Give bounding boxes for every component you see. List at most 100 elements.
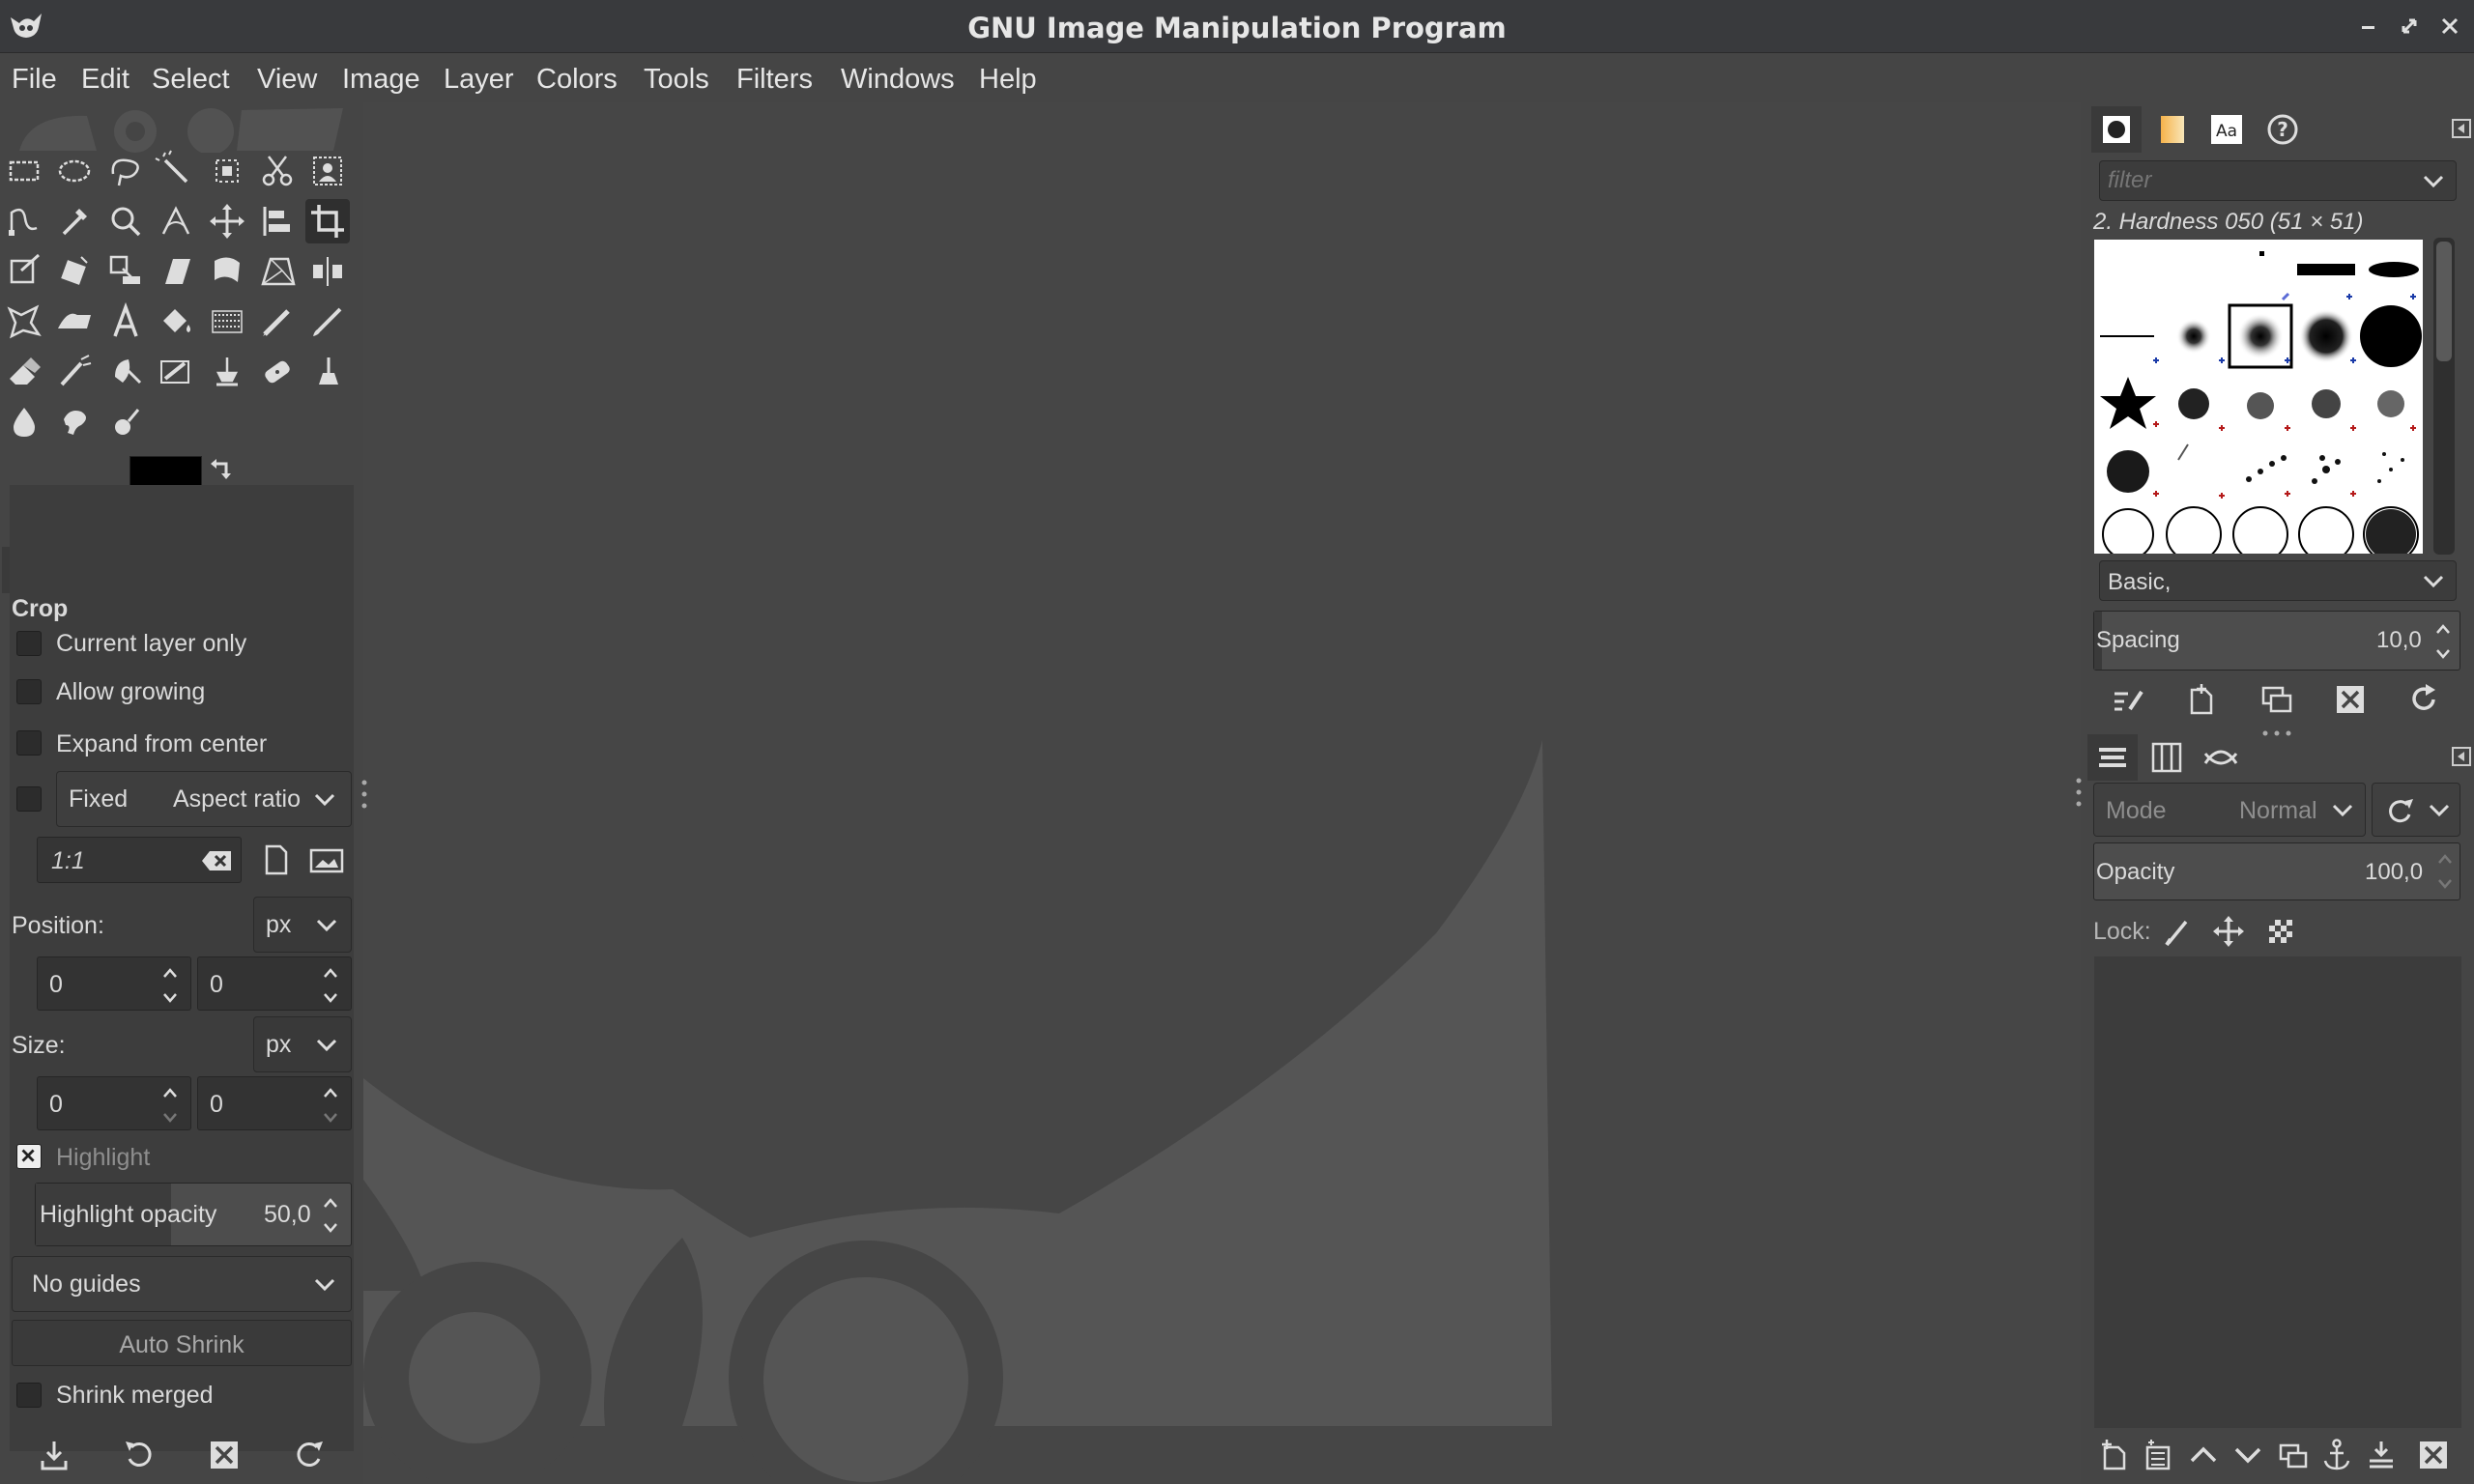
menu-edit[interactable]: Edit: [81, 64, 129, 96]
expand-from-center-checkbox[interactable]: [16, 730, 42, 756]
fixed-checkbox[interactable]: [16, 786, 42, 812]
brush-spacing-spinner[interactable]: [2431, 614, 2456, 670]
delete-layer-icon[interactable]: [2414, 1436, 2453, 1474]
text-icon[interactable]: [103, 300, 148, 344]
shear-icon[interactable]: [154, 249, 198, 294]
heal-icon[interactable]: [255, 350, 300, 394]
ellipse-select-icon[interactable]: [52, 149, 97, 193]
align-icon[interactable]: [255, 199, 300, 243]
duplicate-layer-icon[interactable]: [2273, 1436, 2312, 1474]
dock-menu-icon[interactable]: [2451, 118, 2472, 139]
position-y-spinner[interactable]: [318, 957, 343, 1013]
help-icon[interactable]: ?: [2258, 106, 2308, 153]
gradient-icon[interactable]: [205, 300, 249, 344]
lock-pixels-icon[interactable]: [2159, 912, 2198, 951]
layers-icon[interactable]: [2087, 734, 2138, 781]
duplicate-brush-icon[interactable]: [2258, 680, 2296, 719]
smudge-wave-icon[interactable]: [52, 300, 97, 344]
swap-colors-icon[interactable]: [209, 456, 234, 481]
allow-growing-checkbox[interactable]: [16, 679, 42, 704]
brush-scroll-thumb[interactable]: [2436, 242, 2452, 361]
clone-icon[interactable]: [205, 350, 249, 394]
aspect-ratio-input[interactable]: 1:1: [37, 837, 242, 883]
layer-opacity-slider[interactable]: Opacity 100,0: [2093, 842, 2460, 900]
layer-mode-switch-dropdown[interactable]: [2372, 783, 2460, 837]
ink-icon[interactable]: [103, 350, 148, 394]
position-x-spinner[interactable]: [158, 957, 183, 1013]
brush-spacing-slider[interactable]: Spacing 10,0: [2093, 611, 2460, 671]
perspective-clone-icon[interactable]: [305, 350, 350, 394]
scissors-select-icon[interactable]: [255, 149, 300, 193]
dock-drag-handle[interactable]: [361, 777, 367, 812]
smudge-icon[interactable]: [52, 400, 97, 444]
paths-icon[interactable]: [2, 199, 46, 243]
cage-transform-icon[interactable]: [2, 300, 46, 344]
restore-preset-icon[interactable]: [120, 1436, 158, 1474]
new-layer-group-icon[interactable]: [2140, 1436, 2178, 1474]
rect-select-icon[interactable]: [2, 149, 46, 193]
menu-select[interactable]: Select: [152, 64, 230, 96]
guides-dropdown[interactable]: No guides: [12, 1256, 352, 1312]
warp-icon[interactable]: [205, 249, 249, 294]
size-width-spinner[interactable]: [158, 1077, 183, 1133]
lock-position-icon[interactable]: [2209, 912, 2248, 951]
bucket-fill-icon[interactable]: [154, 300, 198, 344]
size-height-field[interactable]: 0: [197, 1076, 352, 1130]
new-layer-icon[interactable]: [2095, 1436, 2134, 1474]
scale-icon[interactable]: [103, 249, 148, 294]
new-brush-icon[interactable]: [2182, 680, 2221, 719]
free-select-icon[interactable]: [103, 149, 148, 193]
lock-alpha-icon[interactable]: [2261, 912, 2300, 951]
dock-drag-handle[interactable]: [2076, 775, 2082, 810]
edit-brush-icon[interactable]: [2109, 680, 2147, 719]
move-icon[interactable]: [205, 199, 249, 243]
menu-filters[interactable]: Filters: [736, 64, 813, 96]
auto-shrink-button[interactable]: Auto Shrink: [12, 1320, 352, 1366]
reset-icon[interactable]: [290, 1436, 329, 1474]
shrink-merged-checkbox[interactable]: [16, 1383, 42, 1408]
unified-transform-icon[interactable]: [2, 249, 46, 294]
paintbrush-icon[interactable]: [305, 300, 350, 344]
brush-preset-dropdown[interactable]: Basic,: [2099, 560, 2457, 601]
current-layer-only-checkbox[interactable]: [16, 631, 42, 656]
color-picker-icon[interactable]: [52, 199, 97, 243]
menu-image[interactable]: Image: [342, 64, 420, 96]
channels-icon[interactable]: [2142, 734, 2192, 781]
dodge-burn-icon[interactable]: [103, 400, 148, 444]
foreground-select-icon[interactable]: [305, 149, 350, 193]
menu-layer[interactable]: Layer: [444, 64, 514, 96]
minimize-icon[interactable]: [2354, 12, 2383, 41]
menu-colors[interactable]: Colors: [536, 64, 618, 96]
layer-mode-dropdown[interactable]: Mode Normal: [2093, 783, 2366, 837]
brush-filter-input[interactable]: [2108, 165, 2398, 196]
refresh-brushes-icon[interactable]: [2404, 680, 2443, 719]
size-width-field[interactable]: 0: [37, 1076, 191, 1130]
highlight-opacity-spinner[interactable]: [318, 1187, 343, 1243]
save-preset-icon[interactable]: [35, 1436, 73, 1474]
blur-icon[interactable]: [2, 400, 46, 444]
flip-icon[interactable]: [305, 249, 350, 294]
restore-icon[interactable]: [2395, 12, 2424, 41]
menu-view[interactable]: View: [257, 64, 317, 96]
lower-layer-icon[interactable]: [2229, 1436, 2267, 1474]
rotate-icon[interactable]: [52, 249, 97, 294]
delete-preset-icon[interactable]: [205, 1436, 244, 1474]
menu-help[interactable]: Help: [979, 64, 1037, 96]
zoom-icon[interactable]: [103, 199, 148, 243]
gradients-icon[interactable]: [2147, 106, 2198, 153]
clear-field-icon[interactable]: [200, 847, 233, 874]
close-icon[interactable]: [2435, 12, 2464, 41]
position-x-field[interactable]: 0: [37, 956, 191, 1011]
layers-list[interactable]: [2094, 956, 2461, 1428]
mypaint-brush-icon[interactable]: [154, 350, 198, 394]
fonts-icon[interactable]: Aa: [2201, 106, 2252, 153]
airbrush-icon[interactable]: [52, 350, 97, 394]
brush-scrollbar[interactable]: [2433, 238, 2455, 555]
dock-menu-icon[interactable]: [2451, 746, 2472, 767]
menu-tools[interactable]: Tools: [644, 64, 709, 96]
position-unit-dropdown[interactable]: px: [253, 897, 352, 953]
brushes-icon[interactable]: [2091, 106, 2142, 153]
brush-filter-combo[interactable]: [2099, 160, 2457, 201]
select-by-color-icon[interactable]: [205, 149, 249, 193]
image-canvas[interactable]: [363, 102, 2081, 1484]
